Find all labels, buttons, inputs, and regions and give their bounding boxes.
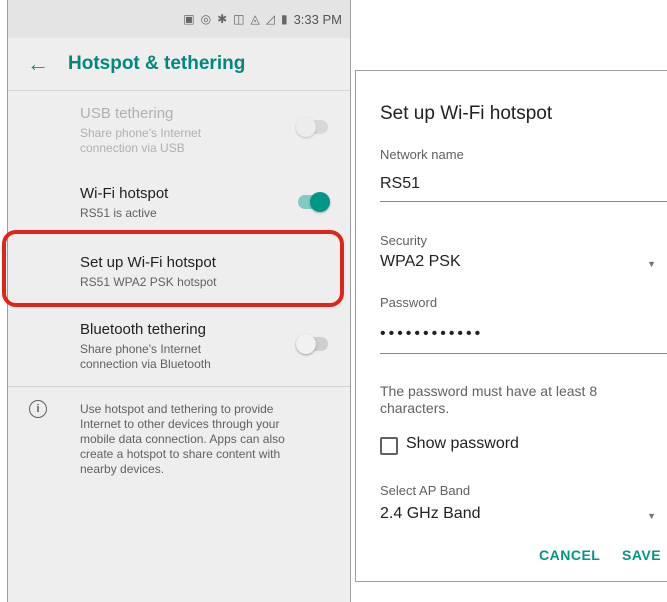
divider: [8, 386, 350, 387]
info-text: Use hotspot and tethering to provide Int…: [80, 402, 285, 476]
setting-bluetooth-tethering[interactable]: Bluetooth tethering Share phone's Intern…: [80, 320, 330, 372]
bluetooth-icon: ✱: [217, 12, 228, 26]
network-name-label: Network name: [380, 147, 464, 162]
password-label: Password: [380, 295, 438, 310]
network-name-field[interactable]: RS51: [380, 175, 420, 193]
usb-tethering-switch[interactable]: [296, 117, 328, 137]
ap-band-label: Select AP Band: [380, 483, 471, 498]
setting-subtitle: RS51 is active: [80, 206, 157, 220]
screenshot-icon: ▣: [183, 12, 195, 26]
wifi-hotspot-icon: ◬: [250, 12, 260, 26]
setting-title: Wi-Fi hotspot: [80, 185, 169, 202]
chevron-down-icon[interactable]: ▼: [647, 511, 656, 521]
highlight-box: [2, 230, 344, 307]
security-dropdown[interactable]: WPA2 PSK: [380, 253, 461, 271]
battery-icon: ▮: [280, 12, 288, 26]
app-bar: ← Hotspot & tethering: [8, 38, 350, 91]
setting-subtitle: connection via USB: [80, 141, 185, 155]
setting-title: USB tethering: [80, 105, 174, 122]
save-button[interactable]: SAVE: [622, 547, 661, 563]
status-bar: ▣ ◎ ✱ ◫ ◬ ◿ ▮ 3:33 PM: [8, 0, 350, 38]
password-underline: [380, 353, 667, 354]
bluetooth-tethering-switch[interactable]: [296, 334, 328, 354]
ap-band-dropdown[interactable]: 2.4 GHz Band: [380, 505, 481, 523]
nfc-icon: ◎: [200, 12, 212, 26]
password-field[interactable]: ••••••••••••: [380, 325, 483, 343]
chevron-down-icon[interactable]: ▼: [647, 259, 656, 269]
setting-wifi-hotspot[interactable]: Wi-Fi hotspot RS51 is active: [80, 184, 330, 221]
security-label: Security: [380, 233, 427, 248]
setup-hotspot-dialog: Set up Wi-Fi hotspot Network name RS51 S…: [355, 70, 667, 582]
signal-icon: ◿: [265, 12, 275, 26]
cancel-button[interactable]: CANCEL: [539, 547, 600, 563]
setting-title: Bluetooth tethering: [80, 321, 206, 338]
show-password-label[interactable]: Show password: [406, 435, 519, 453]
vibrate-icon: ◫: [233, 12, 245, 26]
wifi-hotspot-switch[interactable]: [298, 192, 330, 212]
setting-subtitle: Share phone's Internet: [80, 126, 202, 140]
network-name-underline: [380, 201, 667, 202]
setting-subtitle: Share phone's Internet: [80, 342, 202, 356]
show-password-checkbox[interactable]: [380, 437, 398, 455]
page-title: Hotspot & tethering: [68, 53, 246, 74]
back-arrow-icon[interactable]: ←: [8, 51, 68, 77]
status-time: 3:33 PM: [293, 11, 342, 27]
password-hint: The password must have at least 8 charac…: [380, 383, 598, 416]
info-icon: i: [29, 400, 47, 418]
setting-subtitle: connection via Bluetooth: [80, 357, 211, 371]
dialog-title: Set up Wi-Fi hotspot: [380, 103, 553, 124]
setting-usb-tethering[interactable]: USB tethering Share phone's Internet con…: [80, 104, 330, 156]
